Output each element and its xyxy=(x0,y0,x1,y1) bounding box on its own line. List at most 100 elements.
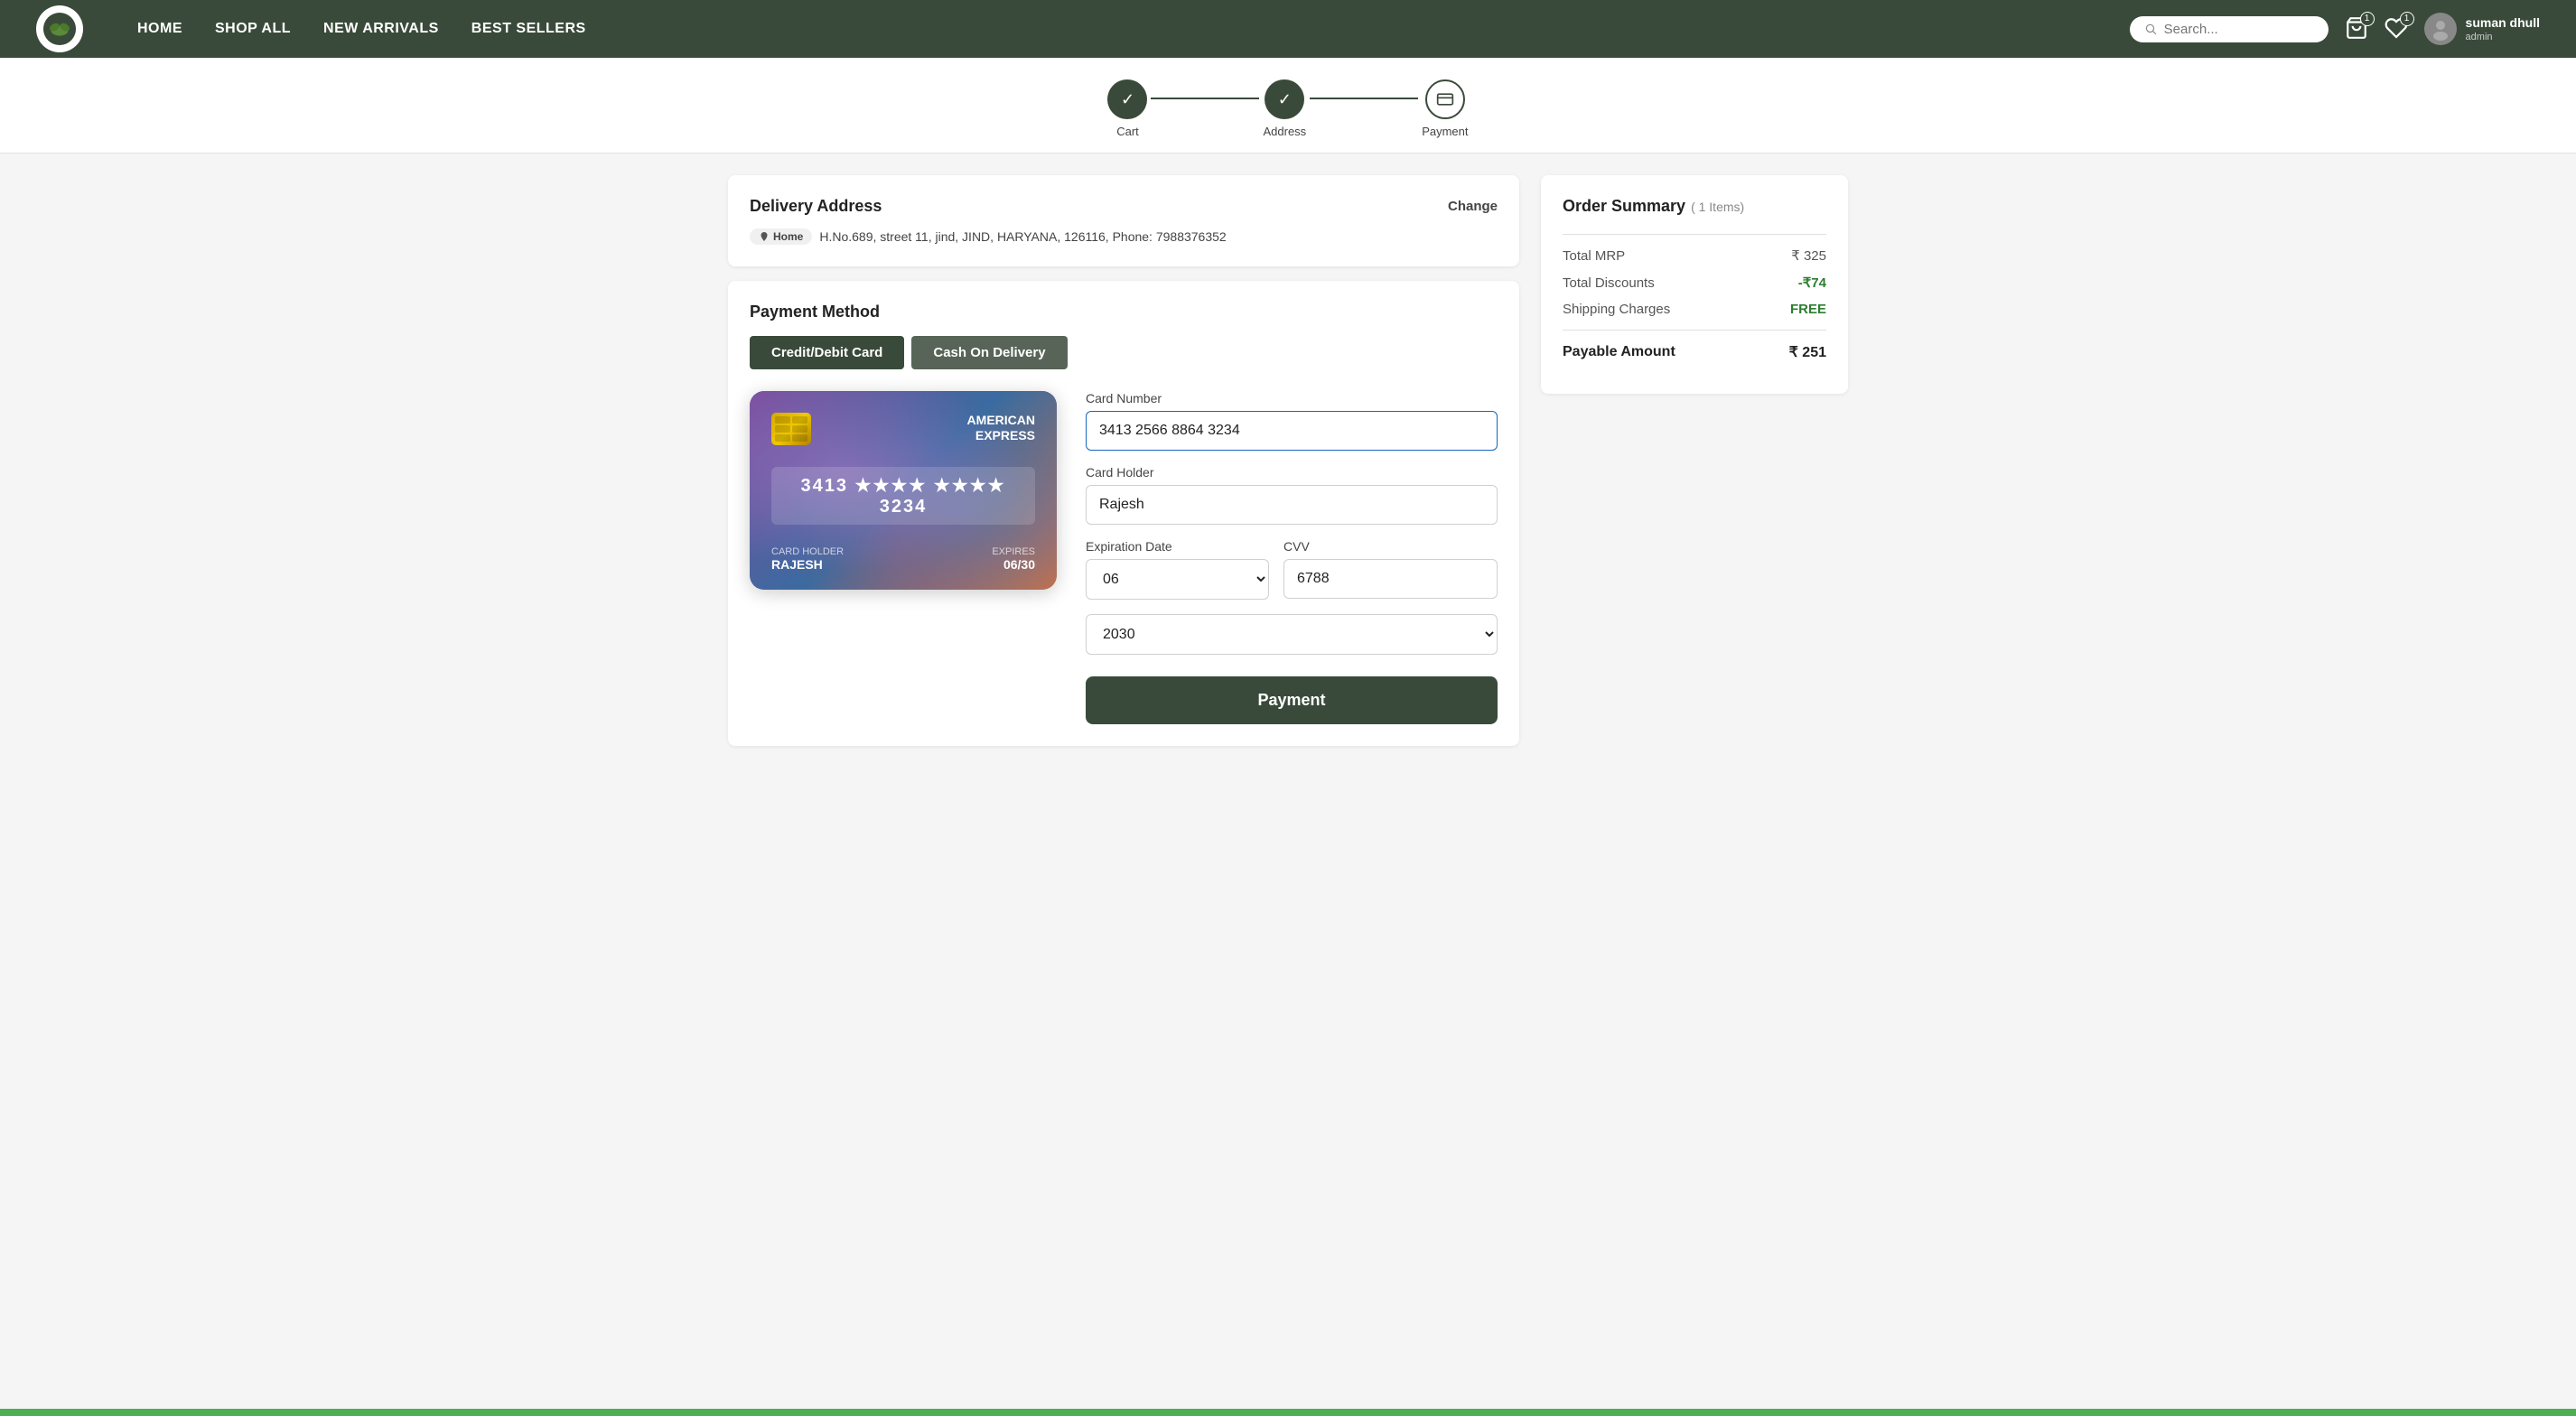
year-select[interactable]: 2030 20242025 20262027 20282029 20312032 xyxy=(1086,614,1498,655)
home-badge: Home xyxy=(750,228,812,245)
payment-icon xyxy=(1436,90,1454,108)
nav-links: HOME SHOP ALL NEW ARRIVALS BEST SELLERS xyxy=(137,21,2094,37)
cvv-group: CVV xyxy=(1283,539,1498,600)
expiration-select[interactable]: 06 0102 0304 0507 0809 1011 12 xyxy=(1086,559,1269,600)
user-name: suman dhull xyxy=(2466,14,2540,31)
step-line-1 xyxy=(1151,98,1259,99)
card-number-label: Card Number xyxy=(1086,391,1498,405)
payment-method-title: Payment Method xyxy=(750,303,1498,321)
total-mrp-value: ₹ 325 xyxy=(1791,247,1826,264)
chip-cell-1 xyxy=(775,416,790,424)
card-number-display: 3413 ★★★★ ★★★★ 3234 xyxy=(771,467,1035,525)
pay-button[interactable]: Payment xyxy=(1086,676,1498,724)
step-payment-circle xyxy=(1425,79,1465,119)
total-mrp-label: Total MRP xyxy=(1563,248,1625,264)
logo[interactable] xyxy=(36,5,83,52)
tab-cash-delivery[interactable]: Cash On Delivery xyxy=(911,336,1067,369)
summary-row-payable: Payable Amount ₹ 251 xyxy=(1563,343,1826,361)
payable-label: Payable Amount xyxy=(1563,344,1675,360)
step-cart-label: Cart xyxy=(1116,125,1139,138)
summary-row-discounts: Total Discounts -₹74 xyxy=(1563,275,1826,291)
step-line-2 xyxy=(1310,98,1418,99)
change-button[interactable]: Change xyxy=(1448,199,1498,214)
chip-cell-3 xyxy=(775,425,790,433)
stepper: ✓ Cart ✓ Address Payment xyxy=(0,58,2576,154)
wishlist-badge: 1 xyxy=(2400,12,2414,26)
step-address-label: Address xyxy=(1263,125,1306,138)
delivery-title: Delivery Address xyxy=(750,197,882,216)
nav-home[interactable]: HOME xyxy=(137,21,182,37)
step-payment: Payment xyxy=(1422,79,1468,138)
wishlist-button[interactable]: 1 xyxy=(2385,16,2408,42)
tab-credit-debit[interactable]: Credit/Debit Card xyxy=(750,336,904,369)
card-holder-label: Card Holder xyxy=(771,546,844,557)
payment-tabs: Credit/Debit Card Cash On Delivery xyxy=(750,336,1498,369)
summary-subtitle: ( 1 Items) xyxy=(1691,200,1744,214)
exp-cvv-row: Expiration Date 06 0102 0304 0507 0809 1… xyxy=(1086,539,1498,600)
home-label: Home xyxy=(773,230,803,243)
amex-logo: AMERICAN EXPRESS xyxy=(967,413,1035,443)
nav-new-arrivals[interactable]: NEW ARRIVALS xyxy=(323,21,439,37)
expiration-group: Expiration Date 06 0102 0304 0507 0809 1… xyxy=(1086,539,1269,600)
card-number-input[interactable] xyxy=(1086,411,1498,451)
shipping-value: FREE xyxy=(1790,302,1826,317)
cart-badge: 1 xyxy=(2360,12,2375,26)
cvv-label: CVV xyxy=(1283,539,1498,554)
left-section: Delivery Address Change Home H.No.689, s… xyxy=(728,175,1519,746)
navbar-right: 1 1 suman dhull admin xyxy=(2130,13,2540,45)
year-group: 2030 20242025 20262027 20282029 20312032 xyxy=(1086,614,1498,655)
summary-divider-2 xyxy=(1563,330,1826,331)
search-bar[interactable] xyxy=(2130,16,2329,42)
cvv-input[interactable] xyxy=(1283,559,1498,599)
order-summary-card: Order Summary ( 1 Items) Total MRP ₹ 325… xyxy=(1541,175,1848,394)
delivery-header: Delivery Address Change xyxy=(750,197,1498,216)
card-number-group: Card Number xyxy=(1086,391,1498,451)
card-holder-label: Card Holder xyxy=(1086,465,1498,480)
chip-cell-5 xyxy=(775,434,790,442)
card-chip xyxy=(771,413,811,445)
summary-divider-1 xyxy=(1563,234,1826,235)
expires-value: 06/30 xyxy=(992,557,1035,572)
chip-cell-2 xyxy=(792,416,807,424)
discounts-value: -₹74 xyxy=(1798,275,1826,291)
payable-value: ₹ 251 xyxy=(1789,343,1826,361)
search-icon xyxy=(2144,22,2157,36)
discounts-label: Total Discounts xyxy=(1563,275,1655,291)
step-cart: ✓ Cart xyxy=(1107,79,1147,138)
expiration-label: Expiration Date xyxy=(1086,539,1269,554)
chip-cell-6 xyxy=(792,434,807,442)
main-content: Delivery Address Change Home H.No.689, s… xyxy=(656,154,1920,768)
payment-method-card: Payment Method Credit/Debit Card Cash On… xyxy=(728,281,1519,746)
credit-card-visual: AMERICAN EXPRESS 3413 ★★★★ ★★★★ 3234 Car… xyxy=(750,391,1057,590)
bottom-bar xyxy=(0,1409,2576,1416)
expires-label: Expires xyxy=(992,546,1035,557)
user-role: admin xyxy=(2466,31,2540,43)
avatar xyxy=(2424,13,2457,45)
card-holder-input[interactable] xyxy=(1086,485,1498,525)
summary-row-shipping: Shipping Charges FREE xyxy=(1563,302,1826,317)
address-line: Home H.No.689, street 11, jind, JIND, HA… xyxy=(750,228,1498,245)
navbar: HOME SHOP ALL NEW ARRIVALS BEST SELLERS … xyxy=(0,0,2576,58)
shipping-label: Shipping Charges xyxy=(1563,302,1670,317)
card-form-area: AMERICAN EXPRESS 3413 ★★★★ ★★★★ 3234 Car… xyxy=(750,391,1498,724)
card-top-row: AMERICAN EXPRESS xyxy=(771,413,1035,452)
address-text: H.No.689, street 11, jind, JIND, HARYANA… xyxy=(819,229,1226,244)
location-icon xyxy=(759,231,770,242)
step-address-circle: ✓ xyxy=(1265,79,1304,119)
nav-best-sellers[interactable]: BEST SELLERS xyxy=(471,21,586,37)
amex-text-2: EXPRESS xyxy=(967,428,1035,443)
card-holder-section: Card Holder RAJESH xyxy=(771,546,844,572)
delivery-address-card: Delivery Address Change Home H.No.689, s… xyxy=(728,175,1519,266)
search-input[interactable] xyxy=(2164,22,2314,37)
user-profile[interactable]: suman dhull admin xyxy=(2424,13,2540,45)
form-fields: Card Number Card Holder Expiration Date … xyxy=(1086,391,1498,724)
nav-shop-all[interactable]: SHOP ALL xyxy=(215,21,291,37)
amex-text-1: AMERICAN xyxy=(967,413,1035,428)
step-address: ✓ Address xyxy=(1263,79,1306,138)
cart-button[interactable]: 1 xyxy=(2345,16,2368,42)
card-holder-group: Card Holder xyxy=(1086,465,1498,525)
card-bottom-row: Card Holder RAJESH Expires 06/30 xyxy=(771,546,1035,572)
step-payment-label: Payment xyxy=(1422,125,1468,138)
chip-cell-4 xyxy=(792,425,807,433)
card-expires-section: Expires 06/30 xyxy=(992,546,1035,572)
